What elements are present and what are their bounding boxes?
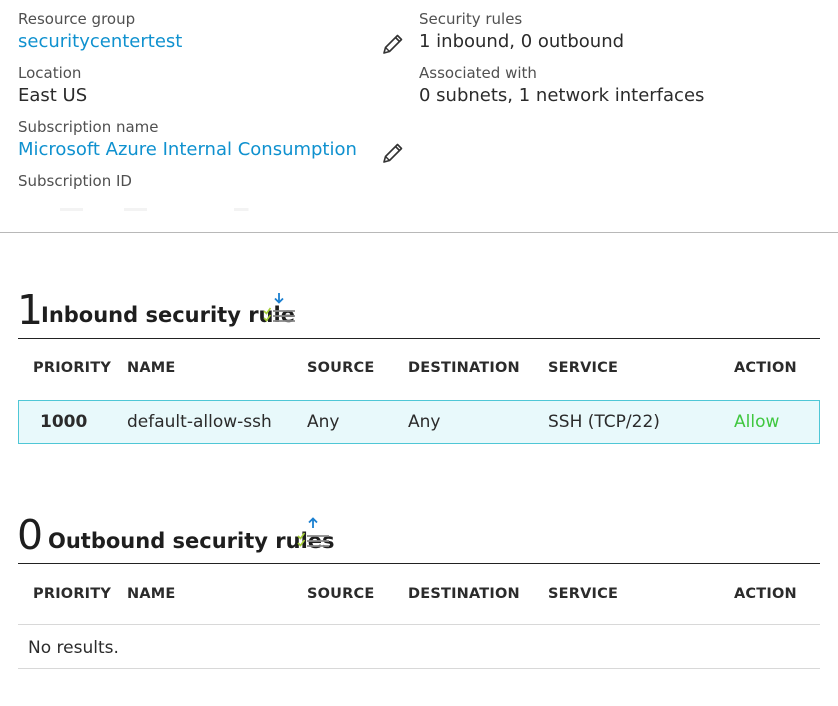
outbound-col-service[interactable]: SERVICE bbox=[548, 586, 618, 602]
edit-subscription-pencil-icon[interactable] bbox=[381, 141, 405, 165]
associated-with-label: Associated with bbox=[419, 64, 537, 82]
outbound-col-name[interactable]: NAME bbox=[127, 586, 176, 602]
outbound-count: 0 bbox=[17, 511, 44, 559]
inbound-col-priority[interactable]: PRIORITY bbox=[33, 360, 111, 376]
inbound-count: 1 bbox=[17, 286, 44, 334]
inbound-col-destination[interactable]: DESTINATION bbox=[408, 360, 520, 376]
inbound-col-name[interactable]: NAME bbox=[127, 360, 176, 376]
associated-with-value: 0 subnets, 1 network interfaces bbox=[419, 85, 705, 106]
inbound-col-action[interactable]: ACTION bbox=[734, 360, 797, 376]
no-results-text: No results. bbox=[28, 638, 119, 658]
subscription-id-redacted bbox=[60, 208, 350, 211]
inbound-header-rule bbox=[18, 338, 820, 339]
edit-resource-group-pencil-icon[interactable] bbox=[381, 32, 405, 56]
essentials-divider bbox=[0, 232, 838, 233]
sort-arrow-down-list-icon[interactable] bbox=[262, 291, 296, 327]
row-action-status: Allow bbox=[734, 412, 780, 432]
outbound-table-bottom bbox=[18, 668, 820, 669]
inbound-col-source[interactable]: SOURCE bbox=[307, 360, 374, 376]
row-service: SSH (TCP/22) bbox=[548, 412, 660, 432]
security-rules-value: 1 inbound, 0 outbound bbox=[419, 31, 625, 52]
resource-group-link[interactable]: securitycentertest bbox=[18, 31, 182, 52]
location-label: Location bbox=[18, 64, 82, 82]
resource-group-label: Resource group bbox=[18, 10, 136, 28]
outbound-col-action[interactable]: ACTION bbox=[734, 586, 797, 602]
outbound-header-rule bbox=[18, 563, 820, 564]
row-name: default-allow-ssh bbox=[127, 412, 272, 432]
location-value: East US bbox=[18, 85, 88, 106]
row-priority: 1000 bbox=[40, 412, 88, 432]
outbound-col-source[interactable]: SOURCE bbox=[307, 586, 374, 602]
outbound-col-destination[interactable]: DESTINATION bbox=[408, 586, 520, 602]
row-destination: Any bbox=[408, 412, 441, 432]
subscription-id-label: Subscription ID bbox=[18, 172, 132, 190]
subscription-name-link[interactable]: Microsoft Azure Internal Consumption bbox=[18, 139, 357, 160]
security-rules-label: Security rules bbox=[419, 10, 523, 28]
outbound-section-title: Outbound security rules bbox=[48, 529, 335, 553]
outbound-col-priority[interactable]: PRIORITY bbox=[33, 586, 111, 602]
outbound-table-divider bbox=[18, 624, 820, 625]
inbound-section-title: Inbound security rule bbox=[41, 303, 295, 327]
sort-arrow-up-list-icon[interactable] bbox=[296, 516, 330, 552]
row-source: Any bbox=[307, 412, 340, 432]
subscription-name-label: Subscription name bbox=[18, 118, 159, 136]
inbound-col-service[interactable]: SERVICE bbox=[548, 360, 618, 376]
